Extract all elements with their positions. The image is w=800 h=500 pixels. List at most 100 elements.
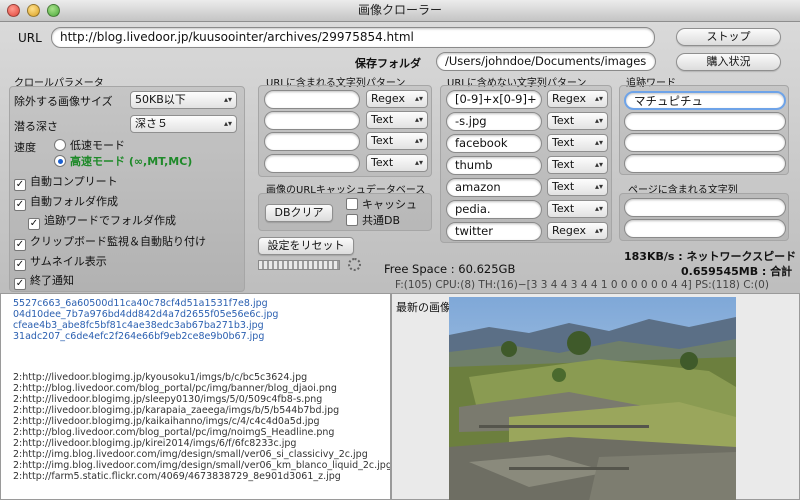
exclude-mode-select[interactable]: Text ▴▾ xyxy=(547,200,608,218)
reset-settings-button[interactable]: 設定をリセット xyxy=(258,237,354,255)
total-size-text: 0.659545MB : 合計 xyxy=(681,265,793,278)
url-log-item: 2:http://blog.livedoor.com/blog_portal/p… xyxy=(13,427,335,438)
tracking-word-input[interactable] xyxy=(624,154,786,173)
include-mode-value: Text xyxy=(371,156,394,169)
exclude-mode-value: Regex xyxy=(552,224,586,237)
speed-high-label: 高速モード (∞,MT,MC) xyxy=(70,155,193,168)
save-folder-label: 保存フォルダ xyxy=(355,57,421,70)
exclude-pattern-input[interactable]: pedia. xyxy=(446,200,542,219)
exclude-mode-value: Regex xyxy=(552,92,586,105)
url-log-item: 2:http://livedoor.blogimg.jp/kyousoku1/i… xyxy=(13,372,308,383)
include-mode-select[interactable]: Text ▴▾ xyxy=(366,154,428,172)
hash-item: 04d10dee_7b7a976bd4dd842d4a7d2655f05e56e… xyxy=(13,309,279,320)
exclude-size-select[interactable]: 50KB以下 ▴▾ xyxy=(130,91,237,109)
zoom-icon[interactable] xyxy=(47,4,60,17)
page-string-input[interactable] xyxy=(624,219,786,238)
auto-complete-label: 自動コンプリート xyxy=(30,175,118,188)
chevron-updown-icon: ▴▾ xyxy=(414,158,423,167)
include-mode-value: Text xyxy=(371,113,394,126)
checkbox-icon xyxy=(346,198,358,210)
log-panel[interactable]: 5527c663_6a60500d11ca40c78cf4d51a1531f7e… xyxy=(0,293,391,500)
checkbox-icon xyxy=(346,214,358,226)
hash-item: cfeae4b3_abe8fc5bf81c4ae38edc3ab67ba271b… xyxy=(13,320,264,331)
exclude-mode-select[interactable]: Text ▴▾ xyxy=(547,178,608,196)
progress-bar xyxy=(258,260,340,270)
exclude-mode-select[interactable]: Text ▴▾ xyxy=(547,112,608,130)
url-log-item: 2:http://blog.livedoor.com/blog_portal/p… xyxy=(13,383,337,394)
depth-value: 深さ５ xyxy=(135,117,168,130)
include-mode-select[interactable]: Text ▴▾ xyxy=(366,111,428,129)
thumbnail-checkbox[interactable]: ✓ サムネイル表示 xyxy=(14,255,107,271)
depth-label: 潜る深さ xyxy=(14,120,58,133)
exclude-pattern-group: [0-9]+x[0-9]+ Regex ▴▾ -s.jpg Text ▴▾ face… xyxy=(440,85,612,243)
exclude-pattern-input[interactable]: amazon xyxy=(446,178,542,197)
chevron-updown-icon: ▴▾ xyxy=(594,182,603,191)
exclude-mode-value: Text xyxy=(552,202,575,215)
exclude-pattern-input[interactable]: facebook xyxy=(446,134,542,153)
crawl-params-group: 除外する画像サイズ 50KB以下 ▴▾ 潜る深さ 深さ５ ▴▾ 速度 低速モード 高… xyxy=(9,86,245,292)
exclude-pattern-input[interactable]: twitter xyxy=(446,222,542,241)
auto-complete-checkbox[interactable]: ✓ 自動コンプリート xyxy=(14,175,118,191)
close-icon[interactable] xyxy=(7,4,20,17)
include-mode-select[interactable]: Text ▴▾ xyxy=(366,132,428,150)
status-line-text: F:(105) CPU:(8) TH:(16)−[3 3 4 4 3 4 4 1… xyxy=(395,279,769,291)
depth-select[interactable]: 深さ５ ▴▾ xyxy=(130,115,237,133)
exclude-pattern-input[interactable]: thumb xyxy=(446,156,542,175)
include-mode-value: Text xyxy=(371,134,394,147)
hash-item: 5527c663_6a60500d11ca40c78cf4d51a1531f7e… xyxy=(13,298,268,309)
include-pattern-group: Regex ▴▾ Text ▴▾ Text ▴▾ Text ▴▾ xyxy=(258,85,432,177)
url-input[interactable]: http://blog.livedoor.jp/kuusoointer/arch… xyxy=(51,27,655,48)
chevron-updown-icon: ▴▾ xyxy=(594,226,603,235)
auto-folder-label: 自動フォルダ作成 xyxy=(30,195,118,208)
page-strings-group xyxy=(619,193,789,241)
include-pattern-input[interactable] xyxy=(264,111,360,130)
preview-image xyxy=(449,297,736,500)
page-string-input[interactable] xyxy=(624,198,786,217)
tracking-word-input[interactable] xyxy=(624,133,786,152)
chevron-updown-icon: ▴▾ xyxy=(223,95,232,104)
speed-label: 速度 xyxy=(14,141,36,154)
speed-low-radio[interactable]: 低速モード xyxy=(54,139,125,153)
db-clear-button[interactable]: DBクリア xyxy=(265,204,333,222)
speed-low-label: 低速モード xyxy=(70,139,125,152)
cache-checkbox[interactable]: キャッシュ xyxy=(346,198,417,212)
url-log-list: 2:http://livedoor.blogimg.jp/kyousoku1/i… xyxy=(13,372,390,482)
exclude-mode-select[interactable]: Text ▴▾ xyxy=(547,156,608,174)
include-mode-value: Regex xyxy=(371,92,405,105)
minimize-icon[interactable] xyxy=(27,4,40,17)
tracking-word-input[interactable]: マチュピチュ xyxy=(624,91,786,110)
exclude-mode-select[interactable]: Regex ▴▾ xyxy=(547,90,608,108)
include-pattern-input[interactable] xyxy=(264,132,360,151)
chevron-updown-icon: ▴▾ xyxy=(594,116,603,125)
free-space-text: Free Space : 60.625GB xyxy=(384,262,516,276)
save-folder-input[interactable]: /Users/johndoe/Documents/images xyxy=(436,52,656,71)
stop-button[interactable]: ストップ xyxy=(676,28,781,46)
exclude-pattern-input[interactable]: -s.jpg xyxy=(446,112,542,131)
exclude-mode-value: Text xyxy=(552,114,575,127)
exclude-mode-select[interactable]: Text ▴▾ xyxy=(547,134,608,152)
tracking-folder-checkbox[interactable]: ✓ 追跡ワードでフォルダ作成 xyxy=(28,214,176,230)
preview-label: 最新の画像 xyxy=(396,301,451,314)
url-log-item: 2:http://livedoor.blogimg.jp/kaikaihanno… xyxy=(13,416,320,427)
speed-high-radio[interactable]: 高速モード (∞,MT,MC) xyxy=(54,155,192,169)
auto-folder-checkbox[interactable]: ✓ 自動フォルダ作成 xyxy=(14,195,118,211)
include-mode-select[interactable]: Regex ▴▾ xyxy=(366,90,428,108)
exclude-mode-value: Text xyxy=(552,180,575,193)
url-label: URL xyxy=(18,31,42,45)
cache-label: キャッシュ xyxy=(362,198,417,211)
include-pattern-input[interactable] xyxy=(264,90,360,109)
clipboard-checkbox[interactable]: ✓ クリップボード監視＆自動貼り付け xyxy=(14,235,206,251)
include-pattern-input[interactable] xyxy=(264,154,360,173)
shared-db-checkbox[interactable]: 共通DB xyxy=(346,214,400,228)
exclude-mode-select[interactable]: Regex ▴▾ xyxy=(547,222,608,240)
tracking-word-input[interactable] xyxy=(624,112,786,131)
finish-notify-checkbox[interactable]: ✓ 終了通知 xyxy=(14,274,74,290)
app-window: 画像クローラー URL http://blog.livedoor.jp/kuus… xyxy=(0,0,800,500)
url-log-item: 2:http://img.blog.livedoor.com/img/desig… xyxy=(13,449,368,460)
purchase-status-button[interactable]: 購入状況 xyxy=(676,53,781,71)
exclude-size-label: 除外する画像サイズ xyxy=(14,95,113,108)
tracking-folder-label: 追跡ワードでフォルダ作成 xyxy=(44,214,176,227)
exclude-pattern-input[interactable]: [0-9]+x[0-9]+ xyxy=(446,90,542,109)
finish-notify-label: 終了通知 xyxy=(30,274,74,287)
window-title: 画像クローラー xyxy=(357,3,442,17)
